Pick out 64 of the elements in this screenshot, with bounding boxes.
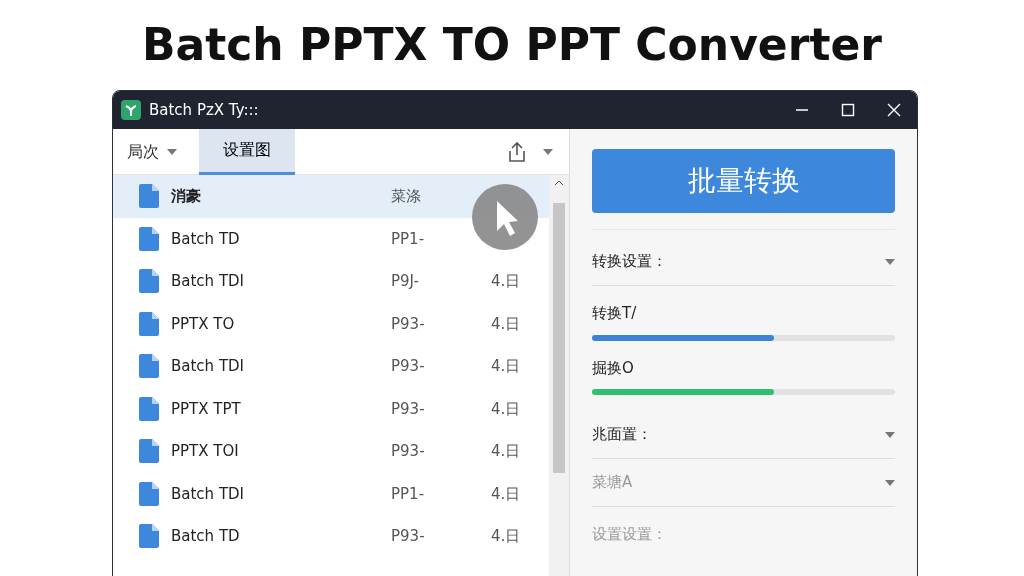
file-name: PPTX TO xyxy=(171,313,236,335)
file-date: 4.日 xyxy=(491,313,521,335)
settings-label: 设置设置： xyxy=(592,524,668,545)
file-row[interactable]: Batch TDI PP1- 4.日 xyxy=(113,472,549,515)
app-icon xyxy=(121,100,141,120)
progress-label: 掘换O xyxy=(592,357,635,379)
progress-label: 转换T/ xyxy=(592,303,638,324)
convert-button[interactable]: 批量转换 xyxy=(592,149,895,213)
file-name: Batch TD xyxy=(171,526,241,547)
file-date: 4.日 xyxy=(491,356,521,377)
maximize-icon[interactable] xyxy=(841,103,855,117)
file-name: PPTX TPT xyxy=(171,398,242,420)
file-date: 4.日 xyxy=(491,441,521,462)
caret-icon xyxy=(885,431,895,438)
file-date: 4.日 xyxy=(491,271,521,292)
file-name: Batch TD xyxy=(171,228,241,250)
file-date: 4.日 xyxy=(491,398,521,420)
file-type: P93- xyxy=(391,399,425,418)
file-icon xyxy=(139,396,159,421)
settings-dropdown[interactable]: 兆面置： xyxy=(592,411,895,459)
file-row[interactable]: PPTX TOI P93- 4.日 xyxy=(113,430,549,473)
file-type: P93- xyxy=(391,442,425,460)
cursor-icon xyxy=(471,183,539,251)
file-icon xyxy=(139,481,159,506)
page-title: Batch PPTX TO PPT Converter xyxy=(141,18,883,72)
file-type: P93- xyxy=(391,314,425,333)
caret-icon xyxy=(167,148,177,155)
caret-icon xyxy=(885,258,895,265)
file-type: P9J- xyxy=(391,272,419,290)
file-icon xyxy=(139,439,159,464)
file-row[interactable]: PPTX TO P93- 4.日 xyxy=(113,302,549,345)
close-icon[interactable] xyxy=(887,103,901,117)
file-type: PP1- xyxy=(391,229,425,248)
file-type: P93- xyxy=(391,527,425,545)
window-title: Batch PzX Ty::: xyxy=(149,99,259,121)
file-row[interactable]: Batch TDI P93- 4.日 xyxy=(113,345,549,388)
file-type: 菜涤 xyxy=(391,187,421,205)
file-row[interactable]: Batch TD P93- 4.日 xyxy=(113,515,549,558)
file-type: PP1- xyxy=(391,484,425,503)
file-icon xyxy=(139,269,159,294)
file-row[interactable]: Batch TDI P9J- 4.日 xyxy=(113,260,549,303)
file-name: 消豪 xyxy=(171,186,202,207)
file-icon xyxy=(139,184,159,209)
file-icon xyxy=(139,524,159,549)
caret-icon[interactable] xyxy=(543,148,553,155)
menu-dropdown[interactable]: 局次 xyxy=(113,139,191,164)
file-row[interactable]: PPTX TPT P93- 4.日 xyxy=(113,387,549,430)
tab[interactable]: 设置图 xyxy=(199,128,295,175)
scrollbar[interactable] xyxy=(549,175,569,576)
settings-dropdown[interactable]: 转换设置： xyxy=(592,238,895,286)
file-icon xyxy=(139,311,159,336)
caret-icon xyxy=(885,479,895,486)
scroll-up-icon[interactable] xyxy=(554,179,564,187)
file-icon xyxy=(139,226,159,251)
share-icon[interactable] xyxy=(507,140,527,163)
file-name: Batch TDI xyxy=(171,271,246,292)
file-date: 4.日 xyxy=(491,483,521,505)
file-name: PPTX TOI xyxy=(171,441,240,462)
file-row[interactable]: Batch TD PP1- xyxy=(113,217,549,260)
file-icon xyxy=(139,354,159,379)
file-date: 4.日 xyxy=(491,526,521,547)
file-name: Batch TDI xyxy=(171,356,246,377)
file-name: Batch TDI xyxy=(171,483,246,505)
file-type: P93- xyxy=(391,357,425,375)
